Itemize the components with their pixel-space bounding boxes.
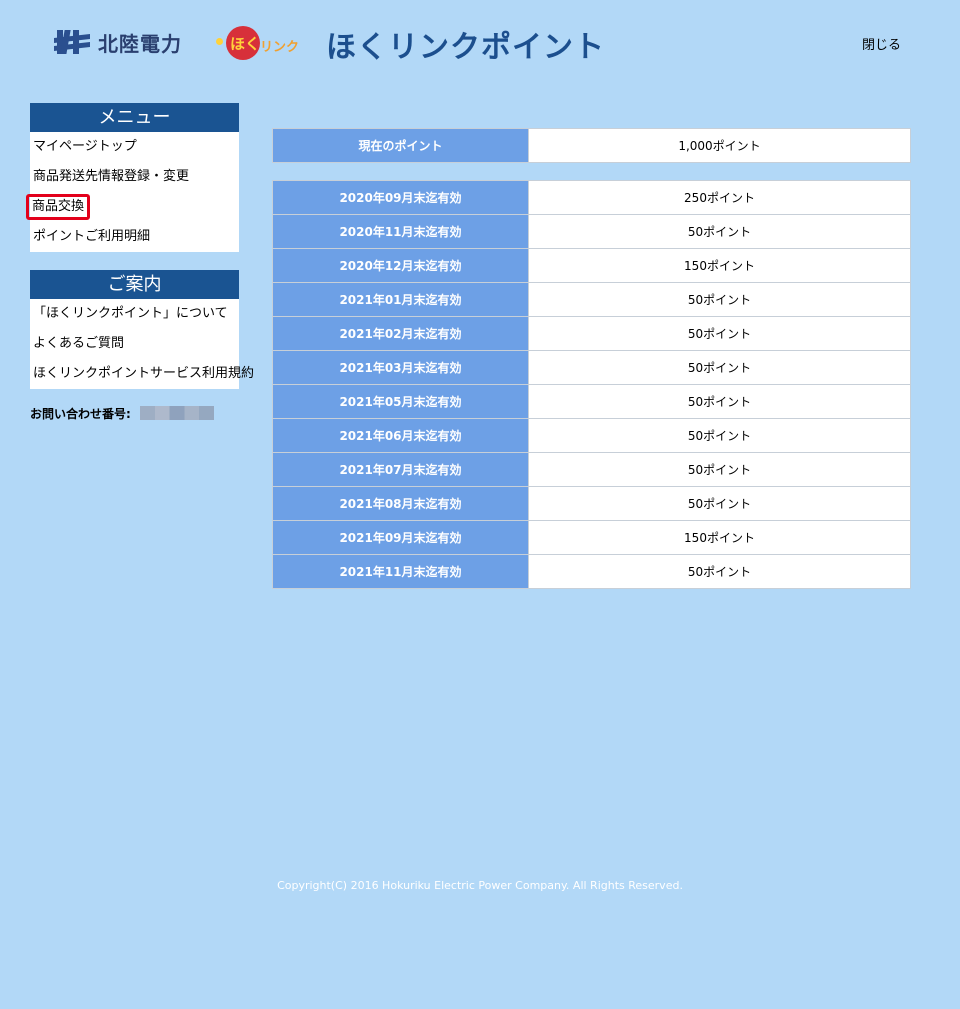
expiry-points-value: 50ポイント bbox=[528, 486, 911, 521]
hokulink-logo-hoku: ほく bbox=[230, 35, 261, 53]
expiry-row: 2021年02月末迄有効 50ポイント bbox=[272, 316, 911, 351]
hokuriku-logo-icon bbox=[54, 30, 90, 54]
current-points-value: 1,000ポイント bbox=[528, 128, 911, 163]
menu-item-product-exchange[interactable]: 商品交換 bbox=[26, 192, 239, 222]
expiry-date-label: 2020年09月末迄有効 bbox=[272, 180, 529, 215]
expiry-row: 2021年03月末迄有効 50ポイント bbox=[272, 350, 911, 385]
guide-title: ご案内 bbox=[30, 270, 239, 299]
hokulink-logo: ほく リンク bbox=[216, 24, 312, 62]
current-points-table: 現在のポイント 1,000ポイント bbox=[272, 128, 911, 163]
expiry-row: 2020年09月末迄有効 250ポイント bbox=[272, 180, 911, 215]
expiry-row: 2020年12月末迄有効 150ポイント bbox=[272, 248, 911, 283]
expiry-row: 2021年11月末迄有効 50ポイント bbox=[272, 554, 911, 589]
menu-item-mypage-top[interactable]: マイページトップ bbox=[30, 132, 239, 162]
close-link[interactable]: 閉じる bbox=[862, 34, 901, 53]
expiry-date-label: 2021年06月末迄有効 bbox=[272, 418, 529, 453]
expiry-row: 2021年01月末迄有効 50ポイント bbox=[272, 282, 911, 317]
copyright-text: Copyright(C) 2016 Hokuriku Electric Powe… bbox=[277, 879, 683, 892]
expiry-row: 2021年09月末迄有効 150ポイント bbox=[272, 520, 911, 555]
guide-panel: ご案内 「ほくリンクポイント」について よくあるご質問 ほくリンクポイントサービ… bbox=[30, 270, 254, 389]
expiry-points-value: 50ポイント bbox=[528, 214, 911, 249]
expiry-points-value: 250ポイント bbox=[528, 180, 911, 215]
expiry-date-label: 2021年02月末迄有効 bbox=[272, 316, 529, 351]
expiry-date-label: 2021年07月末迄有効 bbox=[272, 452, 529, 487]
hokulink-logo-link: リンク bbox=[260, 40, 300, 55]
redacted-contact-number bbox=[140, 406, 214, 420]
contact-number-label: お問い合わせ番号: bbox=[30, 407, 131, 421]
highlighted-product-exchange-link[interactable]: 商品交換 bbox=[26, 194, 91, 220]
guide-item-faq[interactable]: よくあるご質問 bbox=[30, 329, 239, 359]
expiry-points-value: 50ポイント bbox=[528, 350, 911, 385]
expiry-row: 2021年05月末迄有効 50ポイント bbox=[272, 384, 911, 419]
menu-panel: メニュー マイページトップ 商品発送先情報登録・変更 商品交換 ポイントご利用明… bbox=[26, 103, 239, 252]
expiry-points-value: 50ポイント bbox=[528, 554, 911, 589]
expiry-points-value: 50ポイント bbox=[528, 384, 911, 419]
expiry-date-label: 2021年05月末迄有効 bbox=[272, 384, 529, 419]
expiry-points-value: 150ポイント bbox=[528, 248, 911, 283]
expiry-date-label: 2021年03月末迄有効 bbox=[272, 350, 529, 385]
sparkle-icon bbox=[216, 38, 223, 45]
expiry-row: 2021年08月末迄有効 50ポイント bbox=[272, 486, 911, 521]
expiry-date-label: 2020年11月末迄有効 bbox=[272, 214, 529, 249]
expiry-points-value: 50ポイント bbox=[528, 282, 911, 317]
expiry-points-table: 2020年09月末迄有効 250ポイント 2020年11月末迄有効 50ポイント 202… bbox=[272, 180, 911, 589]
menu-item-shipping-info[interactable]: 商品発送先情報登録・変更 bbox=[30, 162, 239, 192]
expiry-points-value: 50ポイント bbox=[528, 418, 911, 453]
expiry-date-label: 2020年12月末迄有効 bbox=[272, 248, 529, 283]
expiry-date-label: 2021年09月末迄有効 bbox=[272, 520, 529, 555]
expiry-row: 2021年07月末迄有効 50ポイント bbox=[272, 452, 911, 487]
expiry-date-label: 2021年11月末迄有効 bbox=[272, 554, 529, 589]
expiry-row: 2020年11月末迄有効 50ポイント bbox=[272, 214, 911, 249]
menu-title: メニュー bbox=[30, 103, 239, 132]
expiry-points-value: 50ポイント bbox=[528, 316, 911, 351]
current-points-label: 現在のポイント bbox=[272, 128, 529, 163]
expiry-row: 2021年06月末迄有効 50ポイント bbox=[272, 418, 911, 453]
expiry-date-label: 2021年08月末迄有効 bbox=[272, 486, 529, 521]
expiry-points-value: 50ポイント bbox=[528, 452, 911, 487]
site-header: 北陸電力 ほく リンク ほくリンクポイント 閉じる bbox=[0, 0, 960, 90]
expiry-points-value: 150ポイント bbox=[528, 520, 911, 555]
current-points-row: 現在のポイント 1,000ポイント bbox=[272, 128, 911, 163]
brand-name: 北陸電力 bbox=[98, 32, 182, 56]
site-title: ほくリンクポイント bbox=[326, 30, 605, 65]
guide-item-terms[interactable]: ほくリンクポイントサービス利用規約 bbox=[30, 359, 254, 389]
expiry-date-label: 2021年01月末迄有効 bbox=[272, 282, 529, 317]
menu-item-point-history[interactable]: ポイントご利用明細 bbox=[30, 222, 239, 252]
guide-item-about[interactable]: 「ほくリンクポイント」について bbox=[30, 299, 239, 329]
